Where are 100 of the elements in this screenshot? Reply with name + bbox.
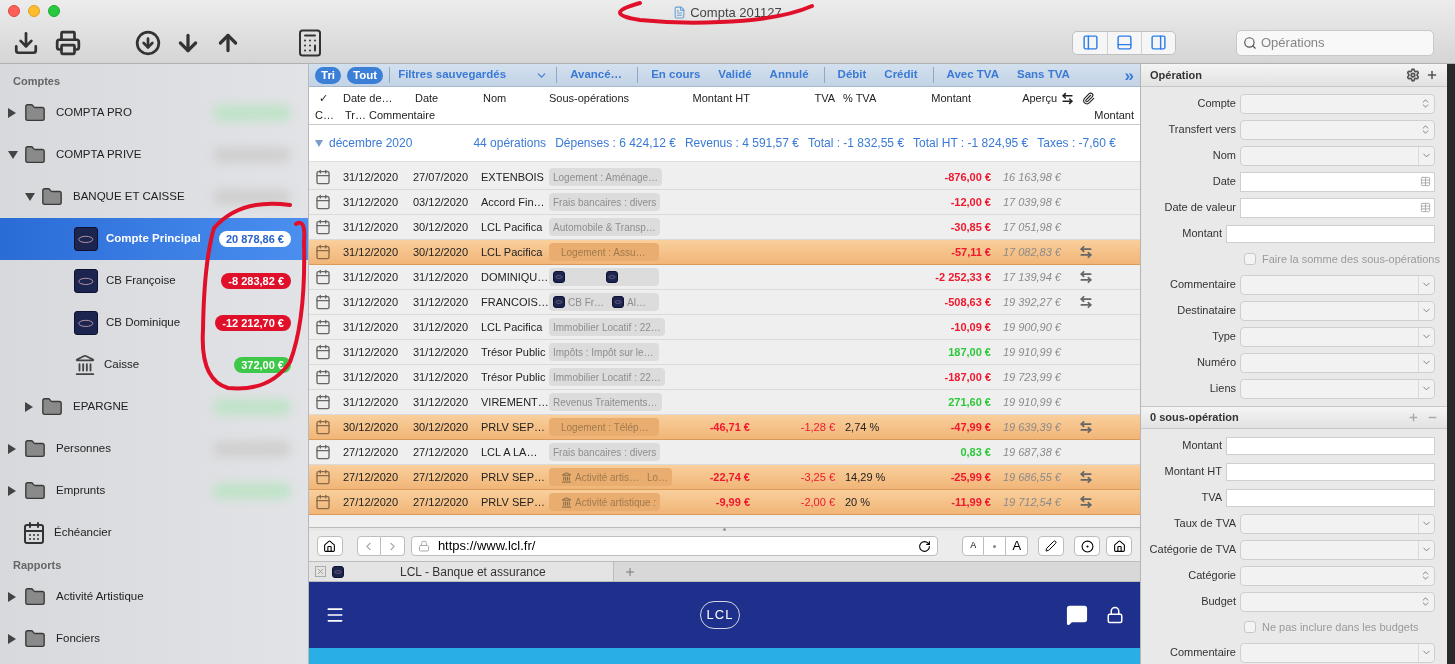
sidebar-item[interactable]: COMPTA PRIVE (0, 134, 308, 176)
column-header[interactable]: Aperçu (991, 90, 1061, 107)
combo-field[interactable] (1240, 326, 1435, 347)
printer-icon[interactable] (55, 29, 81, 56)
download-icon[interactable] (13, 29, 39, 56)
menu-icon[interactable] (325, 605, 345, 625)
search-field[interactable]: Opérations (1236, 29, 1434, 56)
close-window-button[interactable] (8, 5, 20, 17)
filter-pill[interactable]: Tout (347, 66, 384, 84)
add-icon[interactable] (1426, 69, 1438, 81)
text-field[interactable] (1226, 462, 1435, 481)
larger-text-button[interactable]: A (1006, 536, 1029, 556)
settings-icon[interactable] (1406, 68, 1420, 82)
sidebar-item[interactable]: Échéancier (0, 512, 308, 554)
sidebar-item[interactable]: EPARGNE (0, 386, 308, 428)
reset-text-button[interactable] (984, 536, 1007, 556)
sidebar-item[interactable]: BANQUE ET CAISSE (0, 176, 308, 218)
collapsed-triangle-icon[interactable] (8, 592, 16, 602)
circle-arrow-down-icon[interactable] (135, 29, 161, 56)
lock-icon[interactable] (1106, 605, 1124, 625)
operation-row[interactable]: 31/12/2020 03/12/2020 Accord Fin… Frais bancaires : divers -12,00 € 17 039,98 € (309, 190, 1140, 215)
sidebar-item[interactable]: Fonciers (0, 618, 308, 660)
column-header[interactable]: Tr… (345, 107, 369, 124)
collapsed-triangle-icon[interactable] (8, 634, 16, 644)
text-field[interactable] (1226, 436, 1435, 455)
combo-field[interactable] (1240, 274, 1435, 295)
column-header[interactable]: C… (313, 107, 345, 124)
pen-button[interactable] (1038, 536, 1065, 556)
column-header[interactable]: Date de… (343, 90, 411, 107)
filter-pill[interactable]: Tri (315, 66, 342, 84)
date-field[interactable] (1240, 171, 1435, 192)
bank-icon (561, 496, 572, 508)
checkbox[interactable] (1244, 621, 1256, 633)
combo-field[interactable] (1240, 352, 1435, 373)
home-button[interactable] (317, 536, 343, 556)
sidebar-item[interactable]: Caisse 372,00 € (0, 344, 308, 386)
text-field[interactable] (1226, 224, 1435, 243)
collapsed-triangle-icon[interactable] (8, 108, 16, 118)
sidebar-item[interactable]: CB Françoise -8 283,82 € (0, 260, 308, 302)
new-tab-icon[interactable] (624, 565, 636, 578)
sidebar-item[interactable]: Activité Artistique (0, 576, 308, 618)
operation-row[interactable]: 31/12/2020 27/07/2020 EXTENBOIS Logement : Aménage… -876,00 € 16 163,98 € (309, 165, 1140, 190)
column-header[interactable]: Sous-opérations (549, 90, 665, 107)
sidebar-item[interactable]: COMPTA PRO (0, 92, 308, 134)
chat-icon[interactable] (1066, 604, 1088, 626)
date-cell-text: 27/12/2020 (343, 469, 400, 485)
close-tab-icon[interactable] (315, 566, 326, 577)
operation-row[interactable]: 31/12/2020 31/12/2020 FRANCOIS… CB Fr… Al… -508,63 € 19 392,27 € (309, 290, 1140, 315)
add-home-button[interactable] (1106, 536, 1132, 556)
minimize-window-button[interactable] (28, 5, 40, 17)
operation-row[interactable]: 31/12/2020 31/12/2020 DOMINIQU… -2 252,33 € 17 139,94 € (309, 265, 1140, 290)
sidebar-item[interactable]: Compte Principal 20 878,86 € (0, 218, 308, 260)
name-cell-text: Trésor Public (481, 344, 547, 360)
collapsed-triangle-icon[interactable] (8, 444, 16, 454)
combo-field[interactable] (1240, 300, 1435, 321)
combo-field[interactable] (1240, 378, 1435, 399)
forward-button[interactable] (380, 536, 405, 556)
column-header[interactable]: Date (411, 90, 481, 107)
select-field[interactable] (1240, 591, 1435, 612)
column-header[interactable]: Montant HT (665, 90, 760, 107)
calendar-icon (315, 169, 331, 185)
date-field[interactable] (1240, 197, 1435, 218)
collapsed-triangle-icon[interactable] (25, 402, 33, 412)
transfer-column-icon[interactable] (1061, 92, 1074, 105)
attachment-column-icon[interactable] (1082, 92, 1095, 105)
combo-field[interactable] (1240, 539, 1435, 560)
reload-icon[interactable] (918, 539, 932, 553)
collapsed-triangle-icon[interactable] (8, 486, 16, 496)
operation-row[interactable]: 30/12/2020 30/12/2020 PRLV SEP… Logement : Télép… -46,71 € -1,28 € 2,74 % -47,99 € 19 639,39 € (309, 415, 1140, 440)
select-field[interactable] (1240, 119, 1435, 140)
combo-field[interactable] (1240, 145, 1435, 166)
combo-field[interactable] (1240, 513, 1435, 534)
search-input[interactable]: Opérations (1261, 32, 1421, 53)
sidebar-item[interactable]: Personnes (0, 428, 308, 470)
smaller-text-button[interactable]: A (962, 536, 985, 556)
column-header[interactable]: Montant (1094, 107, 1136, 124)
column-header[interactable]: Montant (891, 90, 991, 107)
operation-row[interactable]: 27/12/2020 27/12/2020 PRLV SEP… Activité artis… Lo… -22,74 € -3,25 € 14,29 % -25,99 € 19 686,55 € (309, 465, 1140, 490)
combo-field[interactable] (1240, 642, 1435, 663)
checkbox[interactable] (1244, 253, 1256, 265)
operation-row[interactable]: 27/12/2020 27/12/2020 PRLV SEP… Activité artistique : -9,99 € -2,00 € 20 % -11,99 € 19 712,54 € (309, 490, 1140, 515)
back-button[interactable] (356, 536, 381, 556)
browser-tab[interactable]: LCL - Banque et assurance (309, 562, 614, 581)
text-field[interactable] (1226, 488, 1435, 507)
sidebar-item[interactable]: CB Dominique -12 212,70 € (0, 302, 308, 344)
select-field[interactable] (1240, 565, 1435, 586)
operation-row[interactable]: 31/12/2020 31/12/2020 Trésor Public Immobilier Locatif : 22… -187,00 € 19 723,99 € (309, 365, 1140, 390)
record-button[interactable] (1074, 536, 1101, 556)
zoom-window-button[interactable] (48, 5, 60, 17)
operation-row[interactable]: 31/12/2020 31/12/2020 LCL Pacifica Immobilier Locatif : 22… -10,09 € 19 900,90 € (309, 315, 1140, 340)
column-header[interactable]: TVA (760, 90, 837, 107)
operation-row[interactable]: 31/12/2020 30/12/2020 LCL Pacifica Logement : Assu… -57,11 € 17 082,83 € (309, 240, 1140, 265)
column-header[interactable]: % TVA (837, 90, 891, 107)
column-header[interactable]: ✓ (313, 90, 343, 107)
column-header[interactable]: Nom (481, 90, 549, 107)
address-field[interactable]: https://www.lcl.fr/ (410, 536, 939, 556)
column-header[interactable]: Commentaire (369, 107, 436, 124)
sidebar-item[interactable]: Emprunts (0, 470, 308, 512)
operation-row[interactable]: 31/12/2020 31/12/2020 Trésor Public Impôts : Impôt sur le… 187,00 € 19 910,99 € (309, 340, 1140, 365)
select-field[interactable] (1240, 93, 1435, 114)
